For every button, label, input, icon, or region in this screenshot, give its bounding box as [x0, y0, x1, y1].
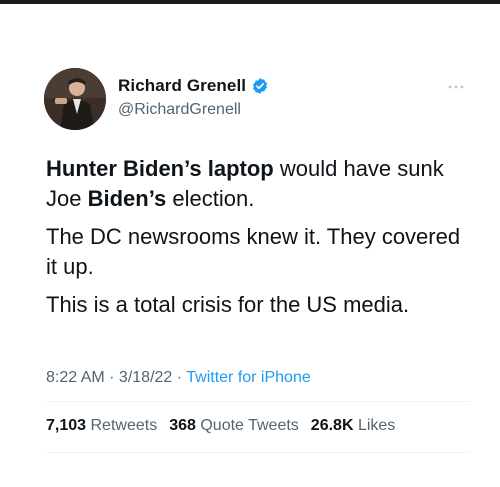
quote-tweets-count: 368: [169, 417, 196, 434]
profile-photo-icon: [44, 68, 106, 130]
tweet-card: Richard Grenell @RichardGrenell Hunter B…: [0, 4, 500, 487]
avatar[interactable]: [44, 68, 106, 130]
tweet-meta: 8:22 AM · 3/18/22 · Twitter for iPhone: [46, 369, 311, 387]
divider: [46, 401, 470, 402]
display-name[interactable]: Richard Grenell: [118, 76, 246, 96]
meta-separator: ·: [104, 369, 119, 386]
meta-separator: ·: [172, 369, 187, 386]
author-handle[interactable]: @RichardGrenell: [118, 101, 241, 119]
likes-count: 26.8K: [310, 417, 354, 434]
tweet-source-link[interactable]: Twitter for iPhone: [186, 369, 311, 386]
tweet-time[interactable]: 8:22 AM: [46, 369, 105, 386]
retweets-count: 7,103: [46, 417, 87, 434]
tweet-paragraph-1: Hunter Biden’s laptop would have sunk Jo…: [46, 154, 476, 214]
quote-tweets-stat[interactable]: 368 Quote Tweets: [169, 417, 299, 434]
retweets-label: Retweets: [90, 417, 158, 434]
more-options-icon[interactable]: [447, 84, 465, 90]
tweet-text: Hunter Biden’s laptop would have sunk Jo…: [46, 154, 476, 328]
divider: [46, 452, 470, 453]
tweet-date[interactable]: 3/18/22: [119, 369, 172, 386]
tweet-paragraph-2: The DC newsrooms knew it. They covered i…: [46, 224, 461, 279]
likes-stat[interactable]: 26.8K Likes: [311, 417, 396, 434]
verified-badge-icon: [253, 78, 268, 94]
likes-label: Likes: [357, 417, 396, 434]
tweet-text-bold-1: Hunter Biden’s laptop: [46, 156, 274, 181]
tweet-stats: 7,103 Retweets 368 Quote Tweets 26.8K Like…: [46, 417, 407, 435]
retweets-stat[interactable]: 7,103 Retweets: [46, 417, 157, 434]
tweet-paragraph-3: This is a total crisis for the US media.: [46, 292, 410, 317]
tweet-text-bold-2: Biden’s: [87, 186, 167, 211]
tweet-text-plain-2: election.: [166, 186, 255, 211]
quote-tweets-label: Quote Tweets: [200, 417, 299, 434]
author-name-row: Richard Grenell: [118, 76, 269, 96]
